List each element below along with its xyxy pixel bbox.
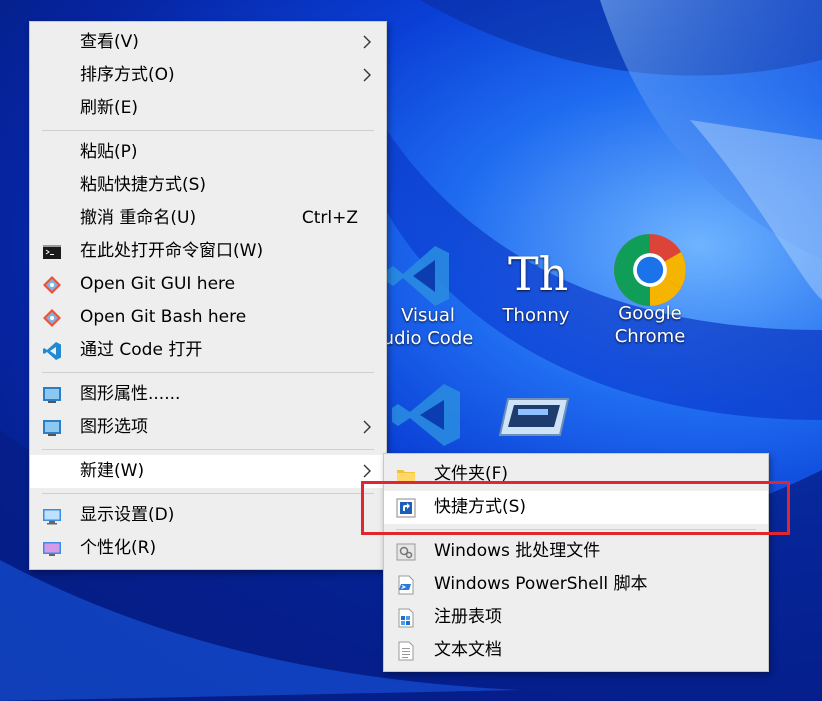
desktop-icon-thonny[interactable]: Th Thonny: [488, 240, 584, 327]
chevron-right-icon: [363, 464, 371, 478]
app-window-icon[interactable]: [498, 395, 572, 439]
menu-item-display-settings[interactable]: 显示设置(D): [30, 499, 386, 532]
menu-item-label: Open Git GUI here: [80, 274, 236, 294]
menu-item-open-cmd[interactable]: 在此处打开命令窗口(W): [30, 235, 386, 268]
submenu-item-powershell[interactable]: Windows PowerShell 脚本: [384, 568, 768, 601]
menu-item-graphics-options[interactable]: 图形选项: [30, 411, 386, 444]
menu-item-new[interactable]: 新建(W): [30, 455, 386, 488]
chevron-right-icon: [363, 420, 371, 434]
powershell-icon: [398, 575, 414, 595]
desktop-icon-label: Chrome: [614, 326, 686, 347]
menu-item-label: 图形属性......: [80, 384, 181, 404]
intel-graphics-icon: [43, 387, 61, 403]
desktop-icon-chrome[interactable]: Google Chrome: [602, 232, 698, 348]
menu-item-refresh[interactable]: 刷新(E): [30, 92, 386, 125]
menu-separator: [42, 493, 374, 494]
menu-item-paste[interactable]: 粘贴(P): [30, 136, 386, 169]
menu-item-label: 排序方式(O): [80, 65, 175, 85]
intel-graphics-icon: [43, 420, 61, 436]
batch-file-icon: [396, 543, 416, 561]
menu-item-shortcut: Ctrl+Z: [301, 208, 358, 228]
menu-item-personalize[interactable]: 个性化(R): [30, 532, 386, 565]
menu-item-label: 通过 Code 打开: [80, 340, 203, 360]
desktop-icon-label: udio Code: [382, 328, 474, 349]
submenu-item-batch-file[interactable]: Windows 批处理文件: [384, 535, 768, 568]
display-icon: [43, 509, 61, 525]
menu-item-paste-shortcut[interactable]: 粘贴快捷方式(S): [30, 169, 386, 202]
vscode-icon: [43, 342, 61, 360]
menu-item-label: 粘贴快捷方式(S): [80, 175, 207, 195]
thonny-icon: Th: [508, 247, 568, 301]
menu-item-sort[interactable]: 排序方式(O): [30, 59, 386, 92]
text-document-icon: [398, 641, 414, 661]
menu-separator: [42, 130, 374, 131]
menu-item-label: 图形选项: [80, 417, 148, 437]
vscode-icon: [387, 246, 449, 306]
git-bash-icon: [43, 309, 61, 327]
menu-item-label: 粘贴(P): [80, 142, 138, 162]
chevron-right-icon: [363, 35, 371, 49]
menu-separator: [42, 372, 374, 373]
chevron-right-icon: [363, 68, 371, 82]
desktop-icon-label: Visual: [401, 305, 455, 326]
vscode-icon[interactable]: [384, 380, 464, 450]
menu-separator: [42, 449, 374, 450]
menu-item-label: Windows PowerShell 脚本: [434, 574, 648, 594]
menu-item-git-bash[interactable]: Open Git Bash here: [30, 301, 386, 334]
menu-item-label: Open Git Bash here: [80, 307, 247, 327]
cmd-icon: [43, 245, 61, 259]
menu-item-view[interactable]: 查看(V): [30, 26, 386, 59]
desktop-context-menu: 查看(V) 排序方式(O) 刷新(E) 粘贴(P) 粘贴快捷方式(S) 撤消 重…: [29, 21, 387, 570]
desktop-icon-label: Thonny: [502, 305, 570, 326]
menu-item-label: 在此处打开命令窗口(W): [80, 241, 264, 261]
menu-item-label: 显示设置(D): [80, 505, 175, 525]
submenu-item-registry[interactable]: 注册表项: [384, 601, 768, 634]
menu-item-label: 撤消 重命名(U): [80, 208, 197, 228]
git-gui-icon: [43, 276, 61, 294]
personalize-icon: [43, 542, 61, 556]
registry-icon: [398, 608, 414, 628]
menu-item-label: 新建(W): [80, 461, 145, 481]
menu-item-label: 注册表项: [434, 607, 502, 627]
menu-item-label: 个性化(R): [80, 538, 157, 558]
menu-item-label: 刷新(E): [80, 98, 139, 118]
menu-item-label: 查看(V): [80, 32, 139, 52]
menu-item-graphics-properties[interactable]: 图形属性......: [30, 378, 386, 411]
menu-item-label: 文本文档: [434, 640, 502, 660]
menu-item-open-with-code[interactable]: 通过 Code 打开: [30, 334, 386, 367]
menu-item-undo-rename[interactable]: 撤消 重命名(U) Ctrl+Z: [30, 202, 386, 235]
svg-text:Th: Th: [508, 247, 568, 301]
chrome-icon: [614, 234, 686, 306]
submenu-item-text-document[interactable]: 文本文档: [384, 634, 768, 667]
desktop-icon-label: Google: [618, 303, 682, 324]
highlight-annotation-box: [361, 481, 790, 535]
desktop-icon-vscode[interactable]: Visual udio Code: [373, 240, 483, 350]
menu-item-label: Windows 批处理文件: [434, 541, 601, 561]
menu-item-git-gui[interactable]: Open Git GUI here: [30, 268, 386, 301]
